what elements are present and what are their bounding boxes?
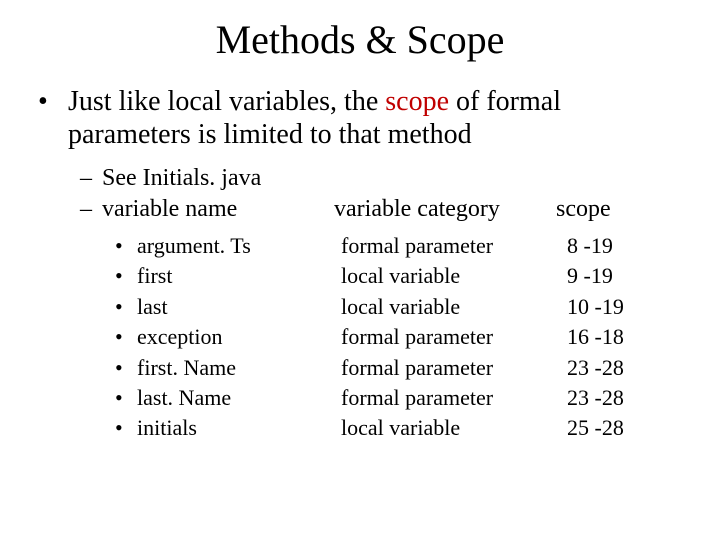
cell-scope: 8 -19: [567, 231, 657, 261]
scope-word: scope: [385, 86, 449, 117]
variable-table: • argument. Ts formal parameter 8 -19 • …: [0, 231, 720, 444]
dash-icon: –: [80, 165, 102, 192]
slide-title: Methods & Scope: [0, 16, 720, 63]
bullet-dot-icon: •: [115, 231, 137, 261]
cell-scope: 23 -28: [567, 353, 657, 383]
table-row: • last local variable 10 -19: [115, 292, 720, 322]
dash-icon: –: [80, 196, 102, 223]
cell-cat: formal parameter: [329, 353, 567, 383]
table-row: • first local variable 9 -19: [115, 261, 720, 291]
slide-body: • Just like local variables, the scope o…: [0, 85, 720, 444]
cell-cat: local variable: [329, 292, 567, 322]
sub-bullet-see: – See Initials. java: [80, 165, 720, 192]
bullet-dot-icon: •: [115, 322, 137, 352]
cell-scope: 9 -19: [567, 261, 657, 291]
table-row: • argument. Ts formal parameter 8 -19: [115, 231, 720, 261]
header-category: variable category: [334, 196, 556, 223]
bullet1-pre: Just like local variables, the: [68, 86, 385, 117]
cell-scope: 25 -28: [567, 413, 657, 443]
table-row: • exception formal parameter 16 -18: [115, 322, 720, 352]
table-header-row: – variable name variable category scope: [80, 196, 720, 223]
table-row: • last. Name formal parameter 23 -28: [115, 383, 720, 413]
cell-scope: 10 -19: [567, 292, 657, 322]
bullet-level1: • Just like local variables, the scope o…: [0, 85, 720, 151]
cell-scope: 23 -28: [567, 383, 657, 413]
bullet-dot-icon: •: [115, 413, 137, 443]
bullet-dot-icon: •: [115, 383, 137, 413]
cell-name: last: [137, 292, 329, 322]
header-scope: scope: [556, 196, 720, 223]
cell-cat: local variable: [329, 413, 567, 443]
cell-name: last. Name: [137, 383, 329, 413]
cell-name: exception: [137, 322, 329, 352]
slide: Methods & Scope • Just like local variab…: [0, 16, 720, 540]
cell-name: initials: [137, 413, 329, 443]
cell-name: first: [137, 261, 329, 291]
table-row: • first. Name formal parameter 23 -28: [115, 353, 720, 383]
table-row: • initials local variable 25 -28: [115, 413, 720, 443]
sub1-text: See Initials. java: [102, 165, 261, 192]
cell-name: first. Name: [137, 353, 329, 383]
sub-bullets: – See Initials. java – variable name var…: [0, 165, 720, 223]
bullet-dot-icon: •: [115, 261, 137, 291]
bullet-text: Just like local variables, the scope of …: [68, 85, 720, 151]
bullet-dot-icon: •: [115, 292, 137, 322]
bullet-dot-icon: •: [38, 85, 68, 151]
cell-cat: local variable: [329, 261, 567, 291]
bullet-dot-icon: •: [115, 353, 137, 383]
cell-cat: formal parameter: [329, 231, 567, 261]
cell-cat: formal parameter: [329, 383, 567, 413]
header-name: variable name: [102, 196, 334, 223]
cell-scope: 16 -18: [567, 322, 657, 352]
cell-cat: formal parameter: [329, 322, 567, 352]
cell-name: argument. Ts: [137, 231, 329, 261]
